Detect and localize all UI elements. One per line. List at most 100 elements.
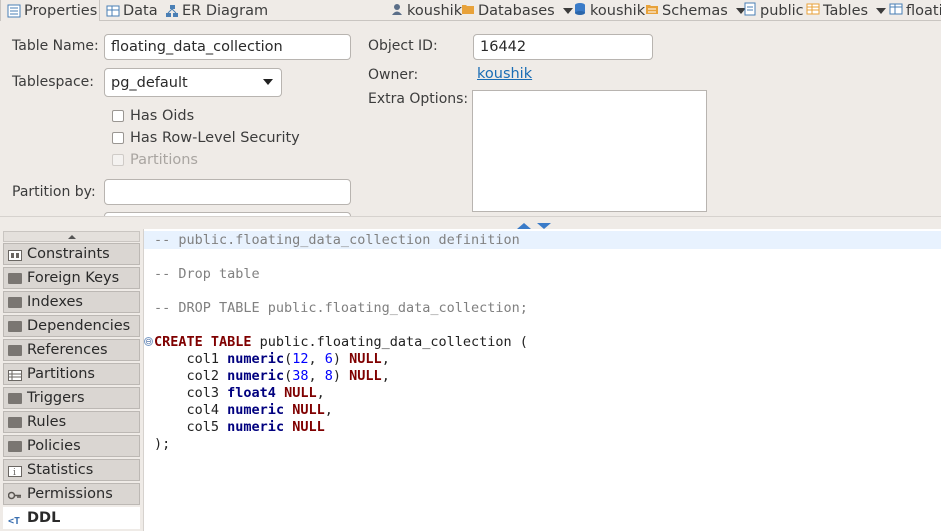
breadcrumb-database[interactable]: koushik	[573, 0, 645, 21]
code-line-col: col5 numeric NULL	[154, 419, 325, 435]
extra-options-textarea[interactable]	[472, 90, 707, 212]
separator: ,	[308, 368, 325, 384]
svg-text:i: i	[13, 468, 16, 477]
tab-er-diagram[interactable]: ER Diagram	[165, 0, 268, 21]
code-identifier: public.floating_data_collection (	[251, 334, 528, 350]
code-line-close: );	[154, 436, 171, 452]
table-name-label: Table Name:	[12, 38, 99, 54]
chevron-down-icon[interactable]	[876, 7, 887, 14]
chevron-down-icon[interactable]	[562, 7, 573, 14]
database-icon	[573, 2, 587, 20]
sidebar-nav: Constraints Foreign Keys Indexes Depende…	[0, 229, 143, 531]
comma: ,	[381, 368, 390, 384]
tab-data[interactable]: Data	[106, 0, 158, 21]
sidebar-item-label: References	[27, 342, 108, 358]
table-icon	[889, 2, 903, 20]
sidebar-item-label: Foreign Keys	[27, 270, 120, 286]
paren: )	[332, 368, 342, 384]
code-comment: -- Drop table	[154, 266, 260, 282]
breadcrumb-tables[interactable]: Tables	[806, 0, 887, 21]
constraints-icon	[8, 249, 22, 261]
breadcrumb-label: public	[760, 2, 804, 19]
row-level-security-checkbox[interactable]: Has Row-Level Security	[112, 130, 300, 146]
checkbox-label: Has Row-Level Security	[130, 130, 300, 146]
breadcrumb-label: koushik	[407, 2, 463, 19]
er-diagram-icon	[165, 4, 179, 18]
code-keyword: NULL	[349, 368, 382, 384]
sidebar-item-rules[interactable]: Rules	[3, 411, 140, 433]
code-keyword: NULL	[292, 402, 325, 418]
sidebar-item-triggers[interactable]: Triggers	[3, 387, 140, 409]
code-line-create: CREATE TABLE public.floating_data_collec…	[154, 334, 528, 350]
folder-icon	[8, 416, 22, 428]
checkbox-box[interactable]	[112, 132, 124, 144]
panel-splitter[interactable]	[0, 216, 941, 224]
column-type: numeric	[227, 351, 285, 367]
sidebar-item-label: Policies	[27, 438, 81, 454]
data-grid-icon	[106, 4, 120, 18]
folder-icon	[8, 440, 22, 452]
sidebar-item-label: Dependencies	[27, 318, 131, 334]
sidebar-item-partitions[interactable]: Partitions	[3, 363, 140, 385]
sidebar-item-foreign-keys[interactable]: Foreign Keys	[3, 267, 140, 289]
paren: (	[284, 351, 293, 367]
key-icon	[7, 489, 22, 500]
sidebar-item-policies[interactable]: Policies	[3, 435, 140, 457]
tab-label: Properties	[24, 2, 98, 19]
chevron-down-icon	[263, 79, 273, 85]
breadcrumb-label: koushik	[590, 2, 646, 19]
schemas-icon	[645, 2, 659, 20]
sidebar-item-permissions[interactable]: Permissions	[3, 483, 140, 505]
properties-icon	[7, 4, 21, 18]
sidebar-item-dependencies[interactable]: Dependencies	[3, 315, 140, 337]
sidebar-item-ddl[interactable]: <T DDL	[3, 507, 140, 529]
comma: ,	[381, 351, 390, 367]
folder-icon	[8, 320, 22, 332]
tablespace-select[interactable]: pg_default	[104, 68, 282, 97]
info-icon: i	[8, 465, 22, 478]
sidebar-item-constraints[interactable]: Constraints	[3, 243, 140, 265]
separator: ,	[308, 351, 325, 367]
scroll-up-button[interactable]	[3, 231, 140, 242]
ddl-editor[interactable]: -- public.floating_data_collection defin…	[143, 229, 941, 531]
tab-properties[interactable]: Properties	[0, 0, 100, 21]
breadcrumb-table[interactable]: floati	[889, 0, 941, 21]
folder-icon	[461, 2, 475, 20]
breadcrumb-schema[interactable]: public	[743, 0, 804, 21]
code-keyword: NULL	[292, 419, 325, 435]
code-keyword: NULL	[349, 351, 382, 367]
breadcrumb-schemas[interactable]: Schemas	[645, 0, 746, 21]
sidebar-item-references[interactable]: References	[3, 339, 140, 361]
owner-label: Owner:	[368, 67, 419, 83]
column-name: col2	[186, 368, 220, 384]
number: 12	[292, 351, 309, 367]
folder-icon	[8, 344, 22, 356]
sidebar-item-indexes[interactable]: Indexes	[3, 291, 140, 313]
has-oids-checkbox[interactable]: Has Oids	[112, 108, 194, 124]
checkbox-box	[112, 154, 124, 166]
table-name-input[interactable]: floating_data_collection	[104, 34, 351, 60]
paren: (	[284, 368, 293, 384]
collapse-fold-icon[interactable]: ⊖	[144, 337, 153, 346]
object-id-input[interactable]: 16442	[473, 34, 653, 60]
partitions-icon	[8, 369, 22, 381]
sidebar-item-label: Statistics	[27, 462, 94, 478]
column-type: numeric	[227, 402, 285, 418]
owner-link[interactable]: koushik	[477, 66, 532, 82]
column-type: numeric	[227, 368, 285, 384]
column-type: numeric	[227, 419, 285, 435]
breadcrumb-user[interactable]: koushik	[390, 0, 462, 21]
checkbox-box[interactable]	[112, 110, 124, 122]
number: 6	[324, 351, 333, 367]
code-line-col: col1 numeric(12, 6) NULL,	[154, 351, 390, 367]
code-comment: -- public.floating_data_collection defin…	[154, 232, 520, 248]
breadcrumb-databases[interactable]: Databases	[461, 0, 573, 21]
sidebar-item-label: Indexes	[27, 294, 83, 310]
sidebar-item-label: Triggers	[27, 390, 85, 406]
partition-by-input[interactable]	[104, 179, 351, 205]
sidebar-item-label: Permissions	[27, 486, 113, 502]
tab-label: ER Diagram	[182, 2, 269, 19]
sidebar-item-statistics[interactable]: i Statistics	[3, 459, 140, 481]
sidebar-item-label: DDL	[27, 510, 61, 526]
tab-label: Data	[123, 2, 158, 19]
